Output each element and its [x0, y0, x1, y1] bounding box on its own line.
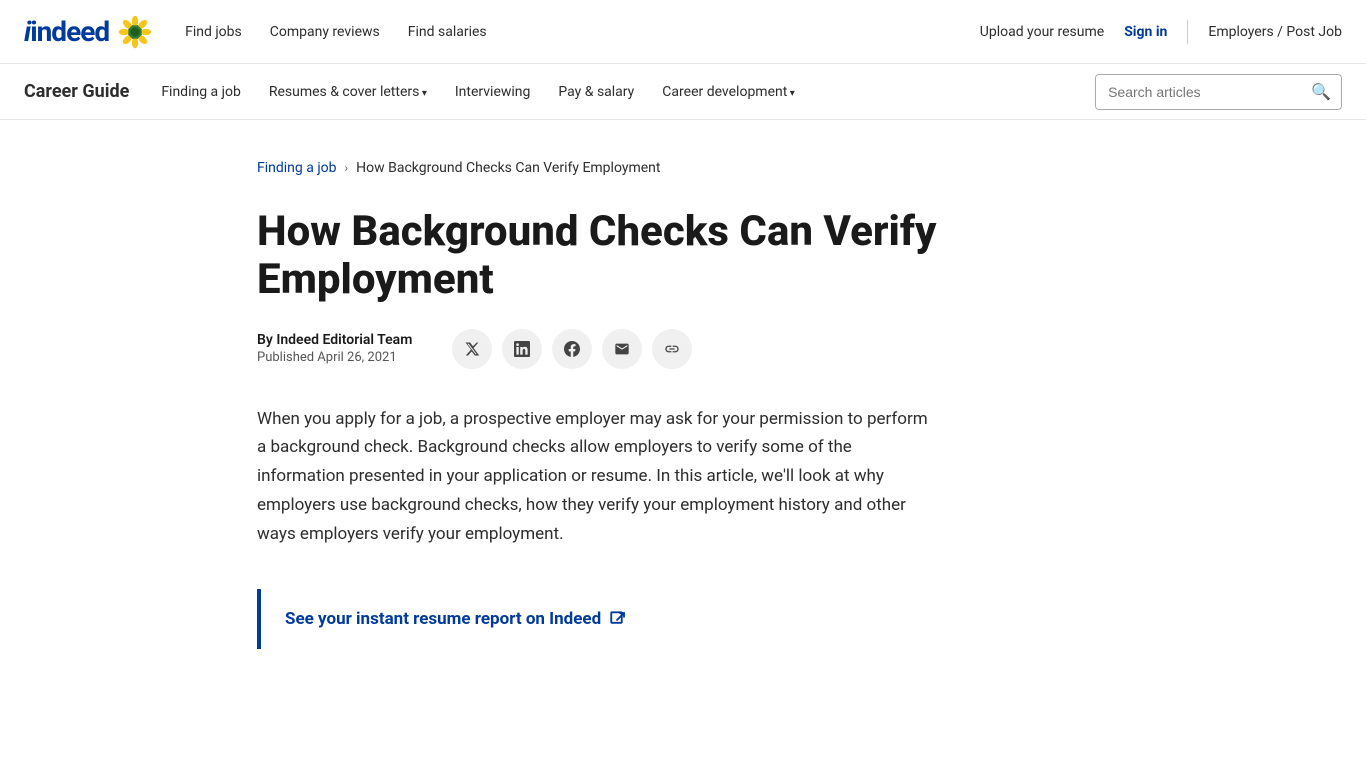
- breadcrumb-current-page: How Background Checks Can Verify Employm…: [356, 160, 660, 176]
- article-author: By Indeed Editorial Team: [257, 332, 412, 348]
- top-nav-right: Upload your resume Sign in Employers / P…: [980, 20, 1342, 44]
- pay-salary-nav-link[interactable]: Pay & salary: [558, 84, 634, 100]
- share-buttons: [452, 329, 692, 369]
- find-salaries-link[interactable]: Find salaries: [408, 24, 487, 40]
- search-button[interactable]: 🔍: [1301, 82, 1341, 102]
- indeed-logo: iindeed: [24, 15, 109, 48]
- top-nav-links: Find jobs Company reviews Find salaries: [185, 24, 487, 40]
- share-linkedin-button[interactable]: [502, 329, 542, 369]
- share-link-button[interactable]: [652, 329, 692, 369]
- career-guide-title: Career Guide: [24, 81, 129, 102]
- resumes-cover-letters-nav-link[interactable]: Resumes & cover letters: [269, 84, 427, 100]
- employers-post-job-link[interactable]: Employers / Post Job: [1208, 24, 1342, 40]
- breadcrumb-parent-link[interactable]: Finding a job: [257, 160, 337, 176]
- breadcrumb: Finding a job › How Background Checks Ca…: [257, 160, 1109, 176]
- upload-resume-link[interactable]: Upload your resume: [980, 24, 1104, 40]
- share-email-button[interactable]: [602, 329, 642, 369]
- resume-cta-block: See your instant resume report on Indeed: [257, 589, 937, 649]
- article-meta: By Indeed Editorial Team Published April…: [257, 332, 412, 365]
- nav-divider: [1187, 20, 1188, 44]
- main-content: Finding a job › How Background Checks Ca…: [233, 120, 1133, 709]
- career-guide-navigation: Career Guide Finding a job Resumes & cov…: [0, 64, 1366, 120]
- sunflower-icon: [117, 14, 153, 50]
- article-search-area: 🔍: [1095, 74, 1342, 110]
- finding-a-job-nav-link[interactable]: Finding a job: [161, 84, 241, 100]
- sign-in-link[interactable]: Sign in: [1124, 24, 1167, 40]
- top-navigation: iindeed Find jobs Company reviews Find s…: [0, 0, 1366, 64]
- company-reviews-link[interactable]: Company reviews: [270, 24, 380, 40]
- resume-report-link[interactable]: See your instant resume report on Indeed: [285, 609, 627, 629]
- share-twitter-button[interactable]: [452, 329, 492, 369]
- find-jobs-link[interactable]: Find jobs: [185, 24, 242, 40]
- breadcrumb-separator: ›: [345, 161, 349, 175]
- external-link-icon: [609, 610, 627, 628]
- interviewing-nav-link[interactable]: Interviewing: [455, 84, 531, 100]
- share-facebook-button[interactable]: [552, 329, 592, 369]
- article-title: How Background Checks Can Verify Employm…: [257, 208, 957, 305]
- logo-area[interactable]: iindeed: [24, 14, 153, 50]
- search-input[interactable]: [1096, 75, 1301, 109]
- article-intro-paragraph: When you apply for a job, a prospective …: [257, 405, 937, 549]
- career-nav-links: Finding a job Resumes & cover letters In…: [161, 84, 1095, 100]
- article-publish-date: Published April 26, 2021: [257, 350, 412, 365]
- article-meta-share: By Indeed Editorial Team Published April…: [257, 329, 1109, 369]
- top-nav-left: iindeed Find jobs Company reviews Find s…: [24, 14, 487, 50]
- career-development-nav-link[interactable]: Career development: [662, 84, 795, 100]
